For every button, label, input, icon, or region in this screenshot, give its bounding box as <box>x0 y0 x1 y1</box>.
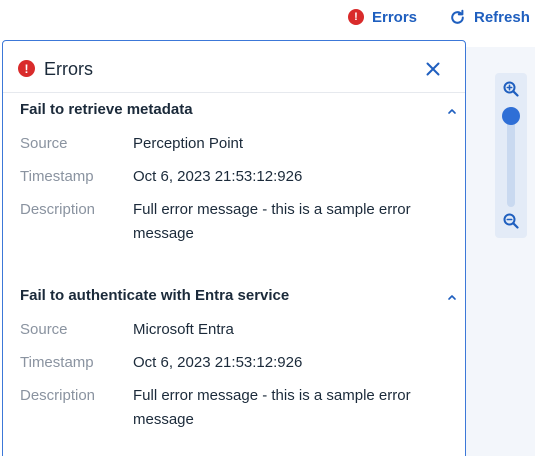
description-label: Description <box>20 201 96 218</box>
zoom-out-icon[interactable] <box>503 213 519 229</box>
close-icon[interactable] <box>424 60 442 78</box>
error-title: Fail to retrieve metadata <box>20 101 193 118</box>
errors-button-label: Errors <box>372 8 418 26</box>
description-value: Full error message - this is a sample er… <box>133 201 411 242</box>
error-item-header[interactable]: Fail to retrieve metadata <box>3 101 465 123</box>
zoom-control <box>495 73 527 238</box>
source-value: Microsoft Entra <box>133 321 234 338</box>
error-title: Fail to authenticate with Entra service <box>20 287 290 304</box>
error-item: Fail to authenticate with Entra service … <box>3 287 465 428</box>
errors-panel: ! Errors Fail to retrieve metadata Sourc… <box>2 40 466 456</box>
refresh-icon <box>451 9 464 24</box>
description-value: Full error message - this is a sample er… <box>133 387 411 428</box>
error-circle-icon: ! <box>18 60 35 77</box>
zoom-slider-thumb[interactable] <box>502 107 520 125</box>
timestamp-value: Oct 6, 2023 21:53:12:926 <box>133 168 303 185</box>
zoom-slider-track[interactable] <box>507 115 515 207</box>
refresh-button-label: Refresh <box>474 8 530 26</box>
top-toolbar: ! Errors Refresh <box>0 0 535 40</box>
timestamp-value: Oct 6, 2023 21:53:12:926 <box>133 354 303 371</box>
source-label: Source <box>20 135 68 152</box>
error-circle-icon: ! <box>348 9 364 25</box>
source-label: Source <box>20 321 68 338</box>
page: ! Errors Refresh ! Errors Fail to retrie… <box>0 0 535 456</box>
timestamp-label: Timestamp <box>20 354 94 371</box>
refresh-button[interactable]: Refresh <box>449 6 530 28</box>
timestamp-label: Timestamp <box>20 168 94 185</box>
source-value: Perception Point <box>133 135 244 152</box>
errors-button[interactable]: ! Errors <box>348 6 417 28</box>
chevron-up-icon[interactable] <box>446 106 458 116</box>
panel-title: Errors <box>44 59 93 79</box>
chevron-up-icon[interactable] <box>446 292 458 302</box>
panel-header: ! Errors <box>3 41 465 93</box>
description-label: Description <box>20 387 96 404</box>
zoom-in-icon[interactable] <box>503 81 519 97</box>
error-item-header[interactable]: Fail to authenticate with Entra service <box>3 287 465 309</box>
error-item: Fail to retrieve metadata Source Percept… <box>3 101 465 242</box>
